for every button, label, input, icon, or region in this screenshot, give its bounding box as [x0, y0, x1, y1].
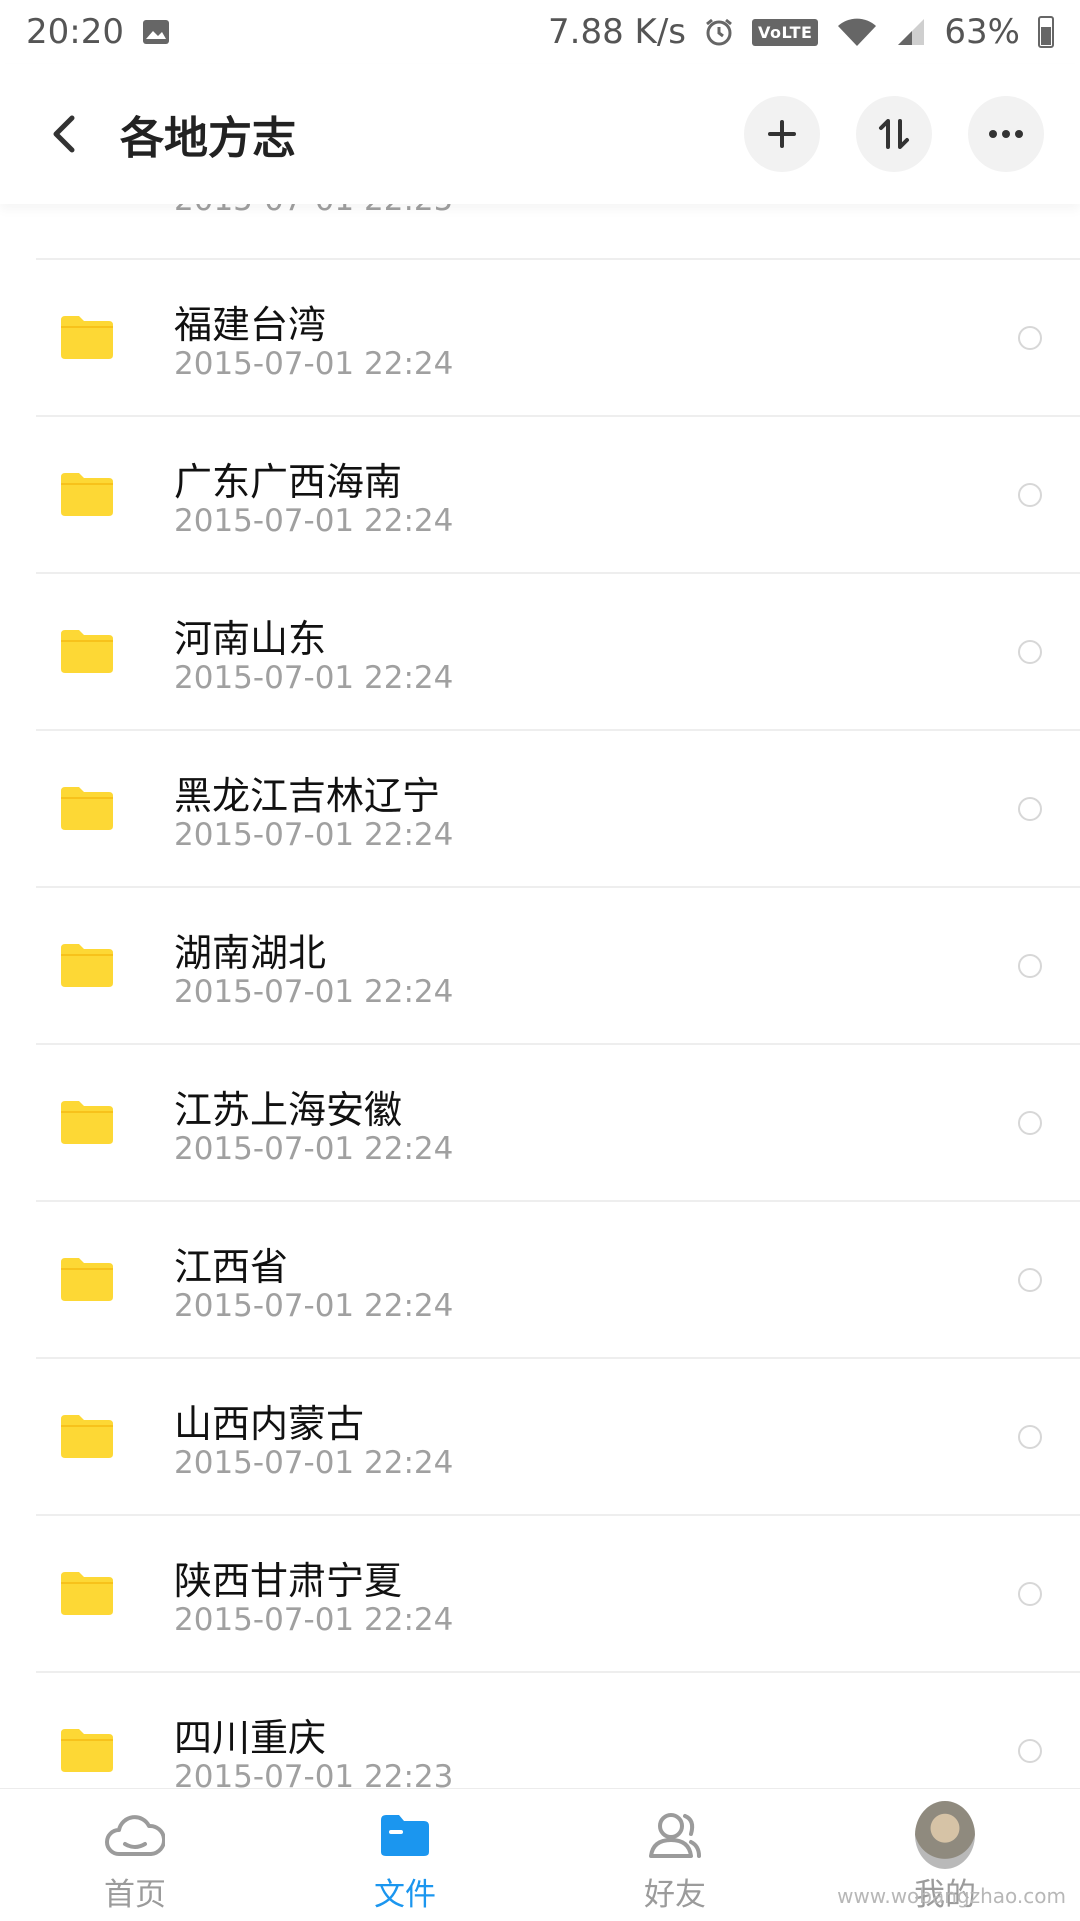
more-icon [989, 130, 1023, 138]
folder-icon [61, 1729, 113, 1772]
tab-friends[interactable]: 好友 [575, 1789, 775, 1914]
wifi-icon [836, 16, 878, 48]
list-item[interactable]: 江苏上海安徽 2015-07-01 22:24 [36, 1045, 1080, 1202]
select-radio[interactable] [1018, 1582, 1042, 1606]
tab-files[interactable]: 文件 [305, 1789, 505, 1914]
image-notification-icon [142, 19, 170, 45]
folder-icon [61, 944, 113, 987]
item-date: 2015-07-01 22:25 [174, 204, 453, 218]
select-radio[interactable] [1018, 797, 1042, 821]
more-options-button[interactable] [968, 96, 1044, 172]
select-radio[interactable] [1018, 1425, 1042, 1449]
item-name: 四川重庆 [174, 1716, 327, 1760]
folder-icon [375, 1807, 435, 1863]
alarm-icon [704, 17, 734, 47]
item-date: 2015-07-01 22:24 [174, 1131, 454, 1167]
select-radio[interactable] [1018, 1111, 1042, 1135]
tab-label: 好友 [644, 1877, 706, 1913]
folder-icon [61, 316, 113, 359]
cloud-icon [105, 1807, 165, 1863]
status-time: 20:20 [26, 12, 124, 52]
item-name: 广东广西海南 [174, 460, 403, 504]
list-item-partial[interactable]: 2015-07-01 22:25 [36, 204, 1080, 260]
file-list: 2015-07-01 22:25 福建台湾2015-07-01 22:24广东广… [36, 204, 1080, 1788]
list-item[interactable]: 湖南湖北 2015-07-01 22:24 [36, 888, 1080, 1045]
select-radio[interactable] [1018, 1739, 1042, 1763]
tab-label: 文件 [374, 1877, 436, 1913]
select-radio[interactable] [1018, 640, 1042, 664]
sort-button[interactable] [856, 96, 932, 172]
app-header: 各地方志 [0, 64, 1080, 204]
battery-icon [1038, 16, 1054, 48]
select-radio[interactable] [1018, 954, 1042, 978]
page-title: 各地方志 [120, 113, 296, 164]
status-bar: 20:20 7.88 K/s VoLTE 63% [0, 0, 1080, 64]
item-date: 2015-07-01 22:24 [174, 1602, 454, 1638]
folder-icon [61, 787, 113, 830]
friends-icon [645, 1807, 705, 1863]
item-name: 江苏上海安徽 [174, 1088, 403, 1132]
list-item[interactable]: 山西内蒙古 2015-07-01 22:24 [36, 1359, 1080, 1516]
item-date: 2015-07-01 22:23 [174, 1759, 454, 1788]
list-item[interactable]: 广东广西海南 2015-07-01 22:24 [36, 417, 1080, 574]
item-name: 河南山东 [174, 617, 327, 661]
network-speed: 7.88 K/s [548, 12, 687, 52]
add-button[interactable] [744, 96, 820, 172]
folder-icon [61, 1258, 113, 1301]
cellular-signal-icon [896, 17, 926, 47]
list-item[interactable]: 黑龙江吉林辽宁 2015-07-01 22:24 [36, 731, 1080, 888]
tab-label: 首页 [104, 1877, 166, 1913]
watermark: www.wobangzhao.com [837, 1884, 1066, 1908]
item-name: 江西省 [174, 1245, 289, 1289]
list-item[interactable]: 河南山东 2015-07-01 22:24 [36, 574, 1080, 731]
item-date: 2015-07-01 22:24 [174, 503, 454, 539]
chevron-left-icon [53, 115, 75, 153]
list-item[interactable]: 四川重庆 2015-07-01 22:23 [36, 1673, 1080, 1788]
item-date: 2015-07-01 22:24 [174, 1288, 454, 1324]
sort-icon [879, 119, 909, 149]
folder-icon [61, 1572, 113, 1615]
item-name: 黑龙江吉林辽宁 [174, 774, 441, 818]
volte-badge: VoLTE [752, 18, 819, 46]
item-name: 陕西甘肃宁夏 [174, 1559, 403, 1603]
battery-percent: 63% [944, 12, 1020, 52]
item-date: 2015-07-01 22:24 [174, 1445, 454, 1481]
plus-icon [768, 120, 796, 148]
avatar [915, 1801, 975, 1869]
item-date: 2015-07-01 22:24 [174, 817, 454, 853]
select-radio[interactable] [1018, 483, 1042, 507]
item-name: 湖南湖北 [174, 931, 327, 975]
folder-icon [61, 473, 113, 516]
back-button[interactable] [40, 111, 86, 157]
list-item[interactable]: 江西省 2015-07-01 22:24 [36, 1202, 1080, 1359]
folder-icon [61, 630, 113, 673]
folder-icon [61, 1101, 113, 1144]
item-date: 2015-07-01 22:24 [174, 660, 454, 696]
item-date: 2015-07-01 22:24 [174, 974, 454, 1010]
list-item[interactable]: 福建台湾 2015-07-01 22:24 [36, 260, 1080, 417]
item-name: 山西内蒙古 [174, 1402, 365, 1446]
item-name: 福建台湾 [174, 303, 327, 347]
tab-home[interactable]: 首页 [35, 1789, 235, 1914]
folder-icon [61, 1415, 113, 1458]
list-item[interactable]: 陕西甘肃宁夏 2015-07-01 22:24 [36, 1516, 1080, 1673]
select-radio[interactable] [1018, 326, 1042, 350]
item-date: 2015-07-01 22:24 [174, 346, 454, 382]
select-radio[interactable] [1018, 1268, 1042, 1292]
